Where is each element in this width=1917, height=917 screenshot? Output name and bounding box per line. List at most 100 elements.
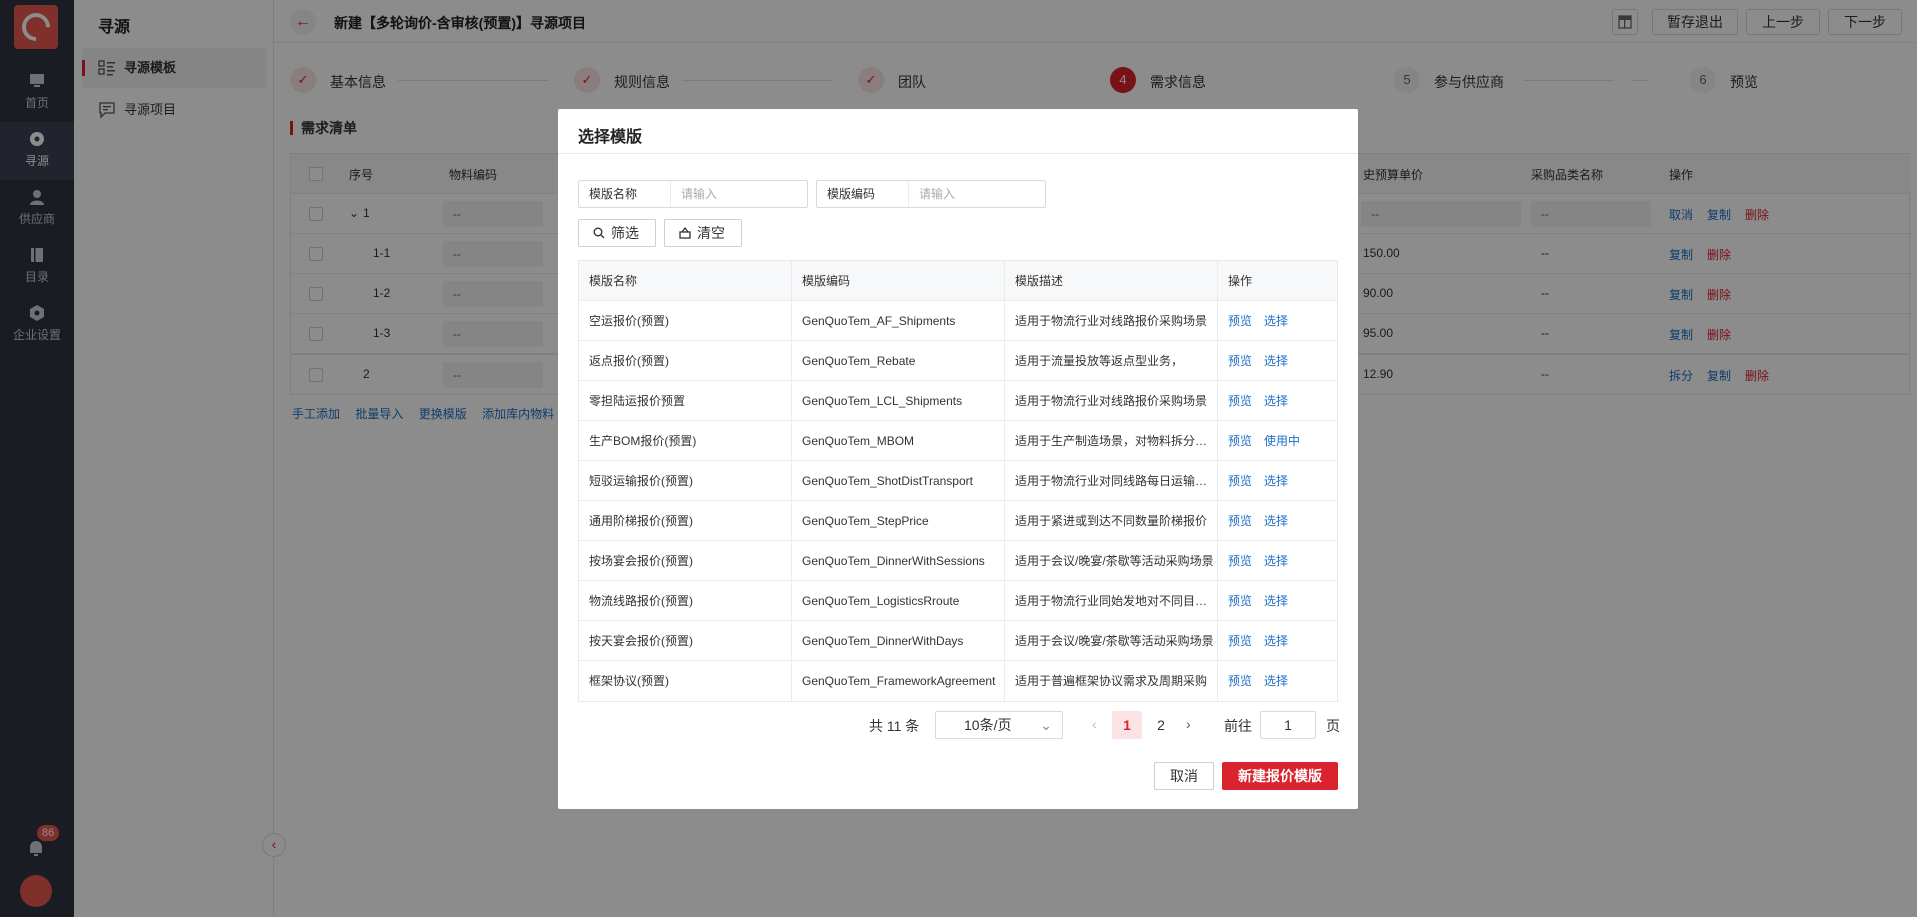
template-code-input[interactable]: [909, 181, 1045, 207]
template-ops: 预览 选择: [1218, 341, 1337, 381]
select-link[interactable]: 选择: [1264, 554, 1288, 568]
page-unit: 页: [1326, 718, 1340, 734]
preview-link[interactable]: 预览: [1228, 554, 1252, 568]
template-desc: 适用于物流行业对线路报价采购场景: [1005, 381, 1218, 421]
filter-label: 模版编码: [817, 181, 909, 207]
template-code: GenQuoTem_LogisticsRroute: [792, 581, 1005, 621]
table-row: 返点报价(预置) GenQuoTem_Rebate 适用于流量投放等返点型业务，…: [579, 341, 1337, 381]
template-code: GenQuoTem_DinnerWithDays: [792, 621, 1005, 661]
page-1[interactable]: 1: [1112, 711, 1142, 739]
select-template-modal: 选择模版 模版名称 模版编码 筛选 清空 模版名称 模版编码 模版描述 操作: [558, 109, 1358, 809]
total-count: 共 11 条: [869, 718, 920, 734]
template-desc: 适用于普遍框架协议需求及周期采购: [1005, 661, 1218, 701]
filter-button-label: 筛选: [611, 225, 639, 241]
template-name: 短驳运输报价(预置): [579, 461, 792, 501]
template-ops: 预览 选择: [1218, 301, 1337, 341]
template-ops: 预览 选择: [1218, 381, 1337, 421]
template-desc: 适用于生产制造场景，对物料拆分报价: [1005, 421, 1218, 461]
table-row: 物流线路报价(预置) GenQuoTem_LogisticsRroute 适用于…: [579, 581, 1337, 621]
template-ops: 预览 使用中: [1218, 421, 1337, 461]
filter-label: 模版名称: [579, 181, 671, 207]
preview-link[interactable]: 预览: [1228, 514, 1252, 528]
template-code: GenQuoTem_DinnerWithSessions: [792, 541, 1005, 581]
page-2[interactable]: 2: [1146, 711, 1176, 739]
preview-link[interactable]: 预览: [1228, 474, 1252, 488]
template-name: 返点报价(预置): [579, 341, 792, 381]
modal-divider: [558, 153, 1358, 154]
template-name: 通用阶梯报价(预置): [579, 501, 792, 541]
select-link[interactable]: 选择: [1264, 594, 1288, 608]
template-name-filter: 模版名称: [578, 180, 808, 208]
template-name: 零担陆运报价预置: [579, 381, 792, 421]
select-link[interactable]: 选择: [1264, 354, 1288, 368]
col-template-name: 模版名称: [579, 261, 792, 301]
template-name: 按场宴会报价(预置): [579, 541, 792, 581]
template-code: GenQuoTem_FrameworkAgreement: [792, 661, 1005, 701]
template-name: 物流线路报价(预置): [579, 581, 792, 621]
template-code: GenQuoTem_MBOM: [792, 421, 1005, 461]
template-ops: 预览 选择: [1218, 581, 1337, 621]
template-ops: 预览 选择: [1218, 621, 1337, 661]
select-link[interactable]: 选择: [1264, 514, 1288, 528]
template-desc: 适用于物流行业同始发地对不同目的地: [1005, 581, 1218, 621]
preview-link[interactable]: 预览: [1228, 354, 1252, 368]
template-name: 空运报价(预置): [579, 301, 792, 341]
preview-link[interactable]: 预览: [1228, 394, 1252, 408]
table-row: 按天宴会报价(预置) GenQuoTem_DinnerWithDays 适用于会…: [579, 621, 1337, 661]
preview-link[interactable]: 预览: [1228, 634, 1252, 648]
template-desc: 适用于物流行业对线路报价采购场景: [1005, 301, 1218, 341]
prev-page-chevron-icon[interactable]: ‹: [1092, 716, 1097, 732]
preview-link[interactable]: 预览: [1228, 314, 1252, 328]
select-link[interactable]: 选择: [1264, 634, 1288, 648]
filter-button[interactable]: 筛选: [578, 219, 656, 247]
clear-button-label: 清空: [697, 225, 725, 241]
select-link[interactable]: 选择: [1264, 674, 1288, 688]
preview-link[interactable]: 预览: [1228, 434, 1252, 448]
goto-page-input[interactable]: [1260, 711, 1316, 739]
goto-label: 前往: [1224, 718, 1252, 734]
template-ops: 预览 选择: [1218, 661, 1337, 701]
template-desc: 适用于会议/晚宴/茶歇等活动采购场景: [1005, 541, 1218, 581]
col-template-code: 模版编码: [792, 261, 1005, 301]
table-row: 零担陆运报价预置 GenQuoTem_LCL_Shipments 适用于物流行业…: [579, 381, 1337, 421]
template-desc: 适用于流量投放等返点型业务，: [1005, 341, 1218, 381]
template-desc: 适用于会议/晚宴/茶歇等活动采购场景: [1005, 621, 1218, 661]
page-size-value: 10条/页: [964, 717, 1012, 733]
col-template-desc: 模版描述: [1005, 261, 1218, 301]
template-ops: 预览 选择: [1218, 501, 1337, 541]
template-code: GenQuoTem_AF_Shipments: [792, 301, 1005, 341]
template-code: GenQuoTem_ShotDistTransport: [792, 461, 1005, 501]
table-row: 短驳运输报价(预置) GenQuoTem_ShotDistTransport 适…: [579, 461, 1337, 501]
table-row: 空运报价(预置) GenQuoTem_AF_Shipments 适用于物流行业对…: [579, 301, 1337, 341]
template-ops: 预览 选择: [1218, 541, 1337, 581]
table-header: 模版名称 模版编码 模版描述 操作: [579, 261, 1337, 301]
in-use-link[interactable]: 使用中: [1264, 434, 1300, 448]
select-link[interactable]: 选择: [1264, 474, 1288, 488]
create-quote-template-button[interactable]: 新建报价模版: [1222, 762, 1338, 790]
broom-icon: [679, 227, 691, 239]
next-page-chevron-icon[interactable]: ›: [1186, 716, 1191, 732]
clear-button[interactable]: 清空: [664, 219, 742, 247]
template-code: GenQuoTem_Rebate: [792, 341, 1005, 381]
modal-title: 选择模版: [578, 129, 643, 146]
search-icon: [593, 227, 605, 239]
template-name: 生产BOM报价(预置): [579, 421, 792, 461]
cancel-button[interactable]: 取消: [1154, 762, 1214, 790]
chevron-down-icon: ⌄: [1040, 717, 1052, 733]
template-code: GenQuoTem_StepPrice: [792, 501, 1005, 541]
template-ops: 预览 选择: [1218, 461, 1337, 501]
pagination: 共 11 条 10条/页 ⌄ ‹ 1 2 › 前往 页: [558, 711, 1358, 739]
col-template-ops: 操作: [1228, 274, 1253, 288]
preview-link[interactable]: 预览: [1228, 594, 1252, 608]
table-row: 框架协议(预置) GenQuoTem_FrameworkAgreement 适用…: [579, 661, 1337, 701]
template-code: GenQuoTem_LCL_Shipments: [792, 381, 1005, 421]
select-link[interactable]: 选择: [1264, 394, 1288, 408]
table-row: 按场宴会报价(预置) GenQuoTem_DinnerWithSessions …: [579, 541, 1337, 581]
select-link[interactable]: 选择: [1264, 314, 1288, 328]
table-row: 通用阶梯报价(预置) GenQuoTem_StepPrice 适用于紧进或到达不…: [579, 501, 1337, 541]
template-name: 框架协议(预置): [579, 661, 792, 701]
template-name-input[interactable]: [671, 181, 807, 207]
preview-link[interactable]: 预览: [1228, 674, 1252, 688]
page-size-select[interactable]: 10条/页 ⌄: [935, 711, 1063, 739]
app-root: 首页 寻源 供应商 目录 企业设置 86 寻源 寻源模板 寻源项目 ← 新建【多…: [0, 0, 1917, 917]
